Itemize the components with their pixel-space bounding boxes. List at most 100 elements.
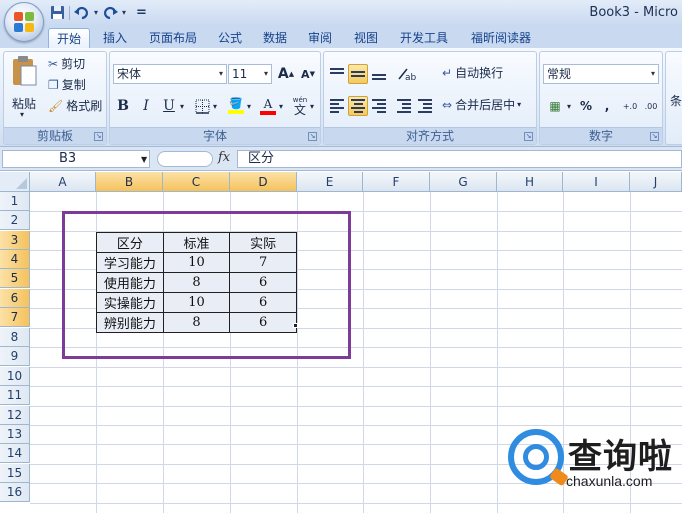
cell-b5[interactable]: 使用能力 (96, 272, 164, 293)
row-header-6[interactable]: 6 (0, 289, 30, 308)
undo-dropdown-icon[interactable]: ▾ (94, 4, 98, 21)
column-header-f[interactable]: F (363, 172, 430, 192)
row-header-13[interactable]: 13 (0, 425, 30, 444)
save-icon[interactable] (50, 4, 65, 21)
wrap-text-button[interactable]: ↵ 自动换行 (442, 64, 503, 81)
align-top-button[interactable] (327, 64, 347, 84)
accounting-dropdown-icon[interactable]: ▾ (567, 102, 571, 111)
increase-indent-button[interactable] (415, 96, 435, 116)
decrease-indent-button[interactable] (394, 96, 414, 116)
fill-handle[interactable] (293, 323, 298, 328)
cell-d6[interactable]: 6 (229, 292, 297, 313)
tab-formulas[interactable]: 公式 (212, 28, 248, 48)
shrink-font-button[interactable]: A ▼ (298, 64, 318, 84)
alignment-launcher-icon[interactable]: ↘ (524, 132, 533, 141)
clipboard-launcher-icon[interactable]: ↘ (94, 132, 103, 141)
row-header-15[interactable]: 15 (0, 464, 30, 483)
cell-d3[interactable]: 实际 (229, 232, 297, 253)
cell-b4[interactable]: 学习能力 (96, 252, 164, 273)
cell-c4[interactable]: 10 (162, 252, 231, 273)
insert-function-icon[interactable]: fx (218, 150, 230, 165)
redo-dropdown-icon[interactable]: ▾ (122, 4, 126, 21)
align-right-button[interactable] (369, 96, 389, 116)
cell-b6[interactable]: 实操能力 (96, 292, 164, 313)
number-format-combo[interactable]: 常规 ▾ (543, 64, 659, 84)
bold-button[interactable]: B (113, 96, 133, 116)
cell-c5[interactable]: 8 (162, 272, 231, 293)
column-header-g[interactable]: G (430, 172, 497, 192)
row-header-8[interactable]: 8 (0, 328, 30, 347)
tab-page-layout[interactable]: 页面布局 (142, 28, 204, 48)
name-box-dropdown-icon[interactable]: ▼ (141, 155, 147, 164)
align-left-button[interactable] (327, 96, 347, 116)
customize-qat-icon[interactable]: = (136, 4, 147, 21)
row-header-14[interactable]: 14 (0, 444, 30, 463)
row-header-16[interactable]: 16 (0, 483, 30, 502)
grow-font-button[interactable]: A ▲ (276, 64, 296, 84)
conditional-format-label[interactable]: 条 (670, 92, 682, 109)
column-header-j[interactable]: J (630, 172, 682, 192)
tab-developer[interactable]: 开发工具 (393, 28, 455, 48)
undo-icon[interactable] (74, 4, 90, 21)
cell-d5[interactable]: 6 (229, 272, 297, 293)
borders-button[interactable] (192, 96, 212, 116)
row-header-12[interactable]: 12 (0, 406, 30, 425)
row-header-9[interactable]: 9 (0, 347, 30, 366)
merge-center-button[interactable]: ⇔ 合并后居中 ▾ (442, 96, 521, 113)
paste-button[interactable]: 粘贴 ▾ (8, 55, 40, 119)
tab-view[interactable]: 视图 (348, 28, 384, 48)
tab-insert[interactable]: 插入 (98, 28, 132, 48)
column-header-i[interactable]: I (563, 172, 630, 192)
row-header-3[interactable]: 3 (0, 231, 30, 250)
fill-color-button[interactable]: 🪣 (226, 96, 246, 116)
column-header-c[interactable]: C (163, 172, 230, 192)
cell-c7[interactable]: 8 (162, 312, 231, 333)
cell-d7[interactable]: 6 (229, 312, 297, 333)
fill-color-dropdown-icon[interactable]: ▾ (247, 102, 251, 111)
tab-foxit-reader[interactable]: 福昕阅读器 (463, 28, 539, 48)
copy-button[interactable]: ❐ 复制 (48, 76, 86, 93)
redo-icon[interactable] (102, 4, 119, 21)
phonetic-dropdown-icon[interactable]: ▾ (310, 102, 314, 111)
row-header-5[interactable]: 5 (0, 269, 30, 288)
row-header-11[interactable]: 11 (0, 386, 30, 405)
comma-button[interactable]: , (597, 96, 617, 116)
row-header-10[interactable]: 10 (0, 367, 30, 386)
row-header-2[interactable]: 2 (0, 211, 30, 230)
phonetic-button[interactable]: wén 文 (290, 96, 310, 116)
borders-dropdown-icon[interactable]: ▾ (213, 102, 217, 111)
cell-b3[interactable]: 区分 (96, 232, 164, 253)
accounting-format-button[interactable]: ▦ (543, 96, 567, 116)
row-header-4[interactable]: 4 (0, 250, 30, 269)
font-color-dropdown-icon[interactable]: ▾ (279, 102, 283, 111)
cell-b7[interactable]: 辨别能力 (96, 312, 164, 333)
select-all-button[interactable] (0, 172, 30, 192)
formula-bar-resize-handle[interactable] (157, 151, 213, 167)
orientation-button[interactable]: ab (394, 64, 420, 84)
formula-input[interactable]: 区分 (237, 150, 682, 168)
office-button[interactable] (4, 2, 44, 42)
font-size-combo[interactable]: 11 ▾ (228, 64, 272, 84)
increase-decimal-button[interactable]: +.0 (620, 96, 640, 116)
decrease-decimal-button[interactable]: .00 (641, 96, 661, 116)
italic-button[interactable]: I (136, 96, 156, 116)
font-color-button[interactable]: A (258, 96, 278, 116)
column-header-e[interactable]: E (297, 172, 363, 192)
column-header-h[interactable]: H (497, 172, 563, 192)
cut-button[interactable]: ✂ 剪切 (48, 55, 85, 72)
name-box[interactable]: B3 (2, 150, 150, 168)
font-launcher-icon[interactable]: ↘ (308, 132, 317, 141)
row-header-7[interactable]: 7 (0, 308, 30, 327)
cell-c3[interactable]: 标准 (162, 232, 231, 253)
tab-data[interactable]: 数据 (257, 28, 293, 48)
tab-home[interactable]: 开始 (48, 28, 90, 48)
underline-button[interactable]: U (159, 96, 179, 116)
underline-dropdown-icon[interactable]: ▾ (180, 102, 184, 111)
percent-button[interactable]: % (576, 96, 596, 116)
number-launcher-icon[interactable]: ↘ (650, 132, 659, 141)
tab-review[interactable]: 审阅 (302, 28, 338, 48)
row-header-1[interactable]: 1 (0, 192, 30, 211)
cell-c6[interactable]: 10 (162, 292, 231, 313)
align-center-button[interactable] (348, 96, 368, 116)
format-painter-button[interactable]: 🖌 格式刷 (48, 97, 102, 114)
